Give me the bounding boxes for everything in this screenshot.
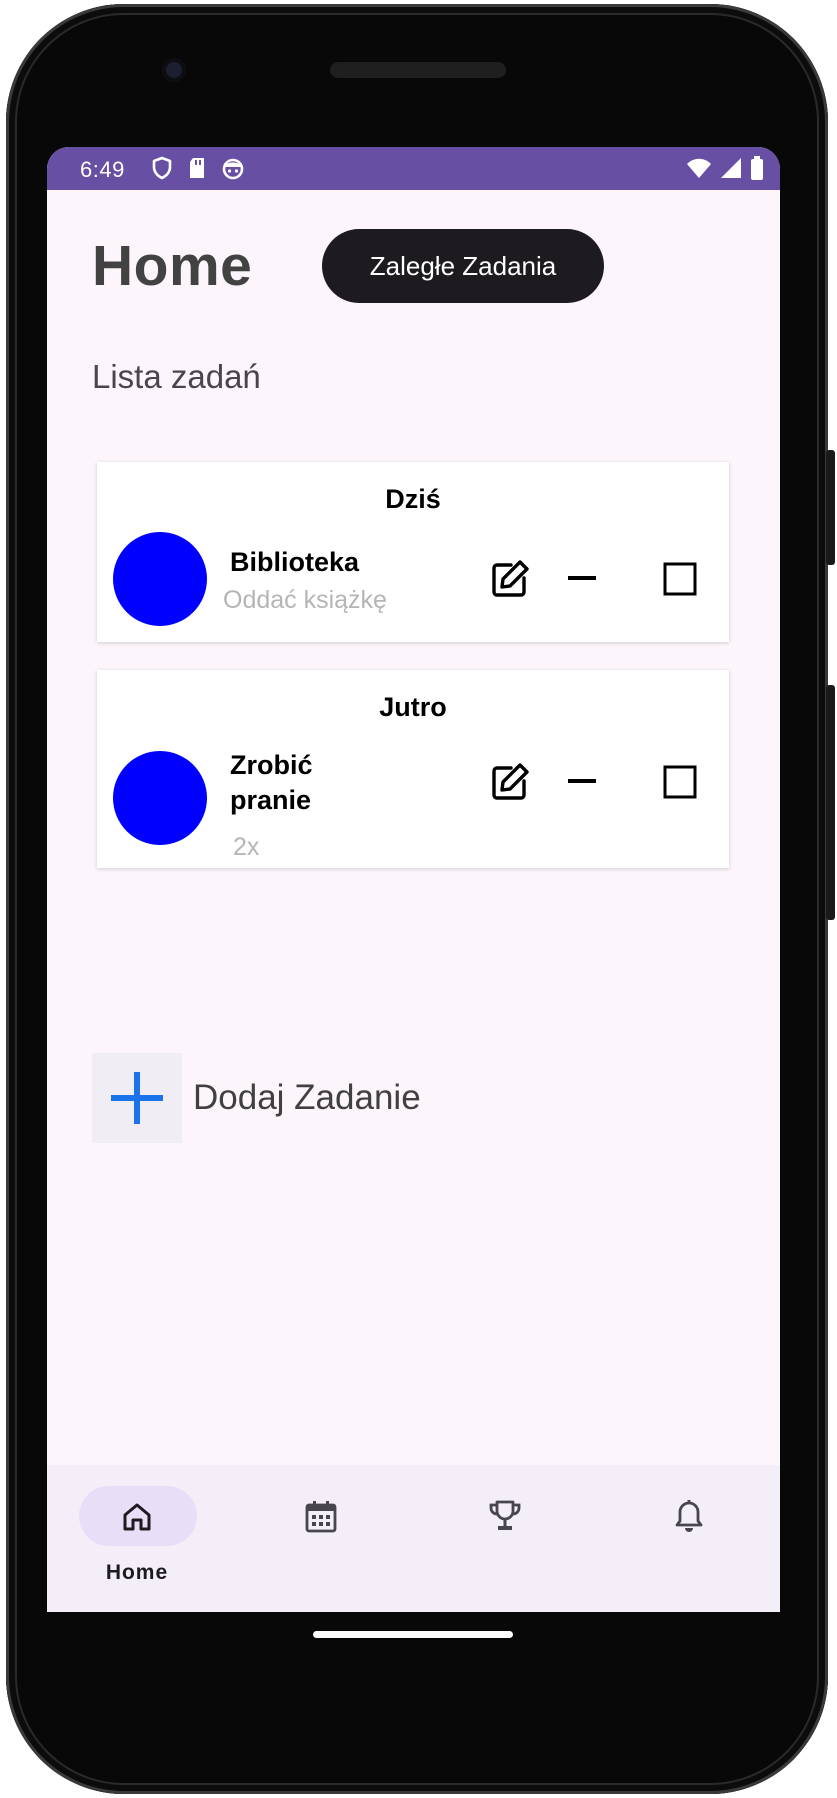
bell-icon — [675, 1500, 703, 1532]
status-icons-right — [686, 156, 764, 180]
sd-card-icon — [190, 158, 204, 178]
nav-label-home: Home — [105, 1561, 169, 1584]
status-time: 6:49 — [80, 157, 125, 182]
card-heading: Dziś — [385, 484, 441, 514]
wifi-icon — [687, 158, 711, 178]
task-list-label: Lista zadań — [92, 358, 261, 395]
add-icon-box[interactable] — [92, 1053, 182, 1143]
front-camera — [162, 58, 186, 82]
task-avatar — [113, 532, 207, 626]
edit-icon[interactable] — [489, 761, 531, 803]
edit-icon[interactable] — [489, 558, 531, 600]
task-title: Zrobić pranie — [230, 750, 313, 815]
calendar-icon — [305, 1501, 337, 1533]
gesture-home-bar[interactable] — [313, 1631, 513, 1638]
task-card-tomorrow: Jutro Zrobić pranie 2x — [97, 670, 729, 868]
page-title: Home — [92, 234, 253, 298]
add-task-label: Dodaj Zadanie — [193, 1078, 421, 1117]
card-heading: Jutro — [379, 692, 447, 722]
battery-icon — [751, 156, 763, 180]
nav-item-calendar[interactable] — [245, 1465, 395, 1612]
minus-icon[interactable] — [567, 766, 597, 796]
home-icon — [123, 1503, 151, 1531]
task-subtitle: Oddać książkę — [223, 586, 387, 614]
nav-item-home[interactable]: Home — [62, 1465, 212, 1612]
nav-item-trophy[interactable] — [429, 1465, 579, 1612]
app-screen: 6:49 Home Zaległe Zadania Lista zadań Dz… — [47, 147, 780, 1612]
bottom-navigation: Home — [47, 1465, 780, 1612]
nav-item-notifications[interactable] — [613, 1465, 763, 1612]
task-title: Biblioteka — [230, 547, 360, 577]
task-card-today: Dziś Biblioteka Oddać książkę — [97, 462, 729, 642]
add-task-button[interactable]: Dodaj Zadanie — [92, 1053, 421, 1143]
checkbox-icon[interactable] — [662, 764, 698, 800]
checkbox-icon[interactable] — [662, 561, 698, 597]
trophy-icon — [489, 1500, 521, 1530]
earpiece-speaker — [330, 62, 506, 78]
plus-icon — [111, 1072, 163, 1124]
power-button — [826, 450, 835, 565]
status-icons-left — [151, 156, 245, 180]
overdue-tasks-button[interactable]: Zaległe Zadania — [322, 229, 604, 303]
signal-icon — [721, 158, 741, 178]
minus-icon[interactable] — [567, 563, 597, 593]
shield-icon — [152, 156, 172, 180]
status-bar: 6:49 — [47, 147, 780, 190]
task-subtitle: 2x — [233, 833, 260, 861]
task-avatar — [113, 751, 207, 845]
android-face-icon — [222, 158, 244, 180]
volume-button — [826, 685, 835, 920]
